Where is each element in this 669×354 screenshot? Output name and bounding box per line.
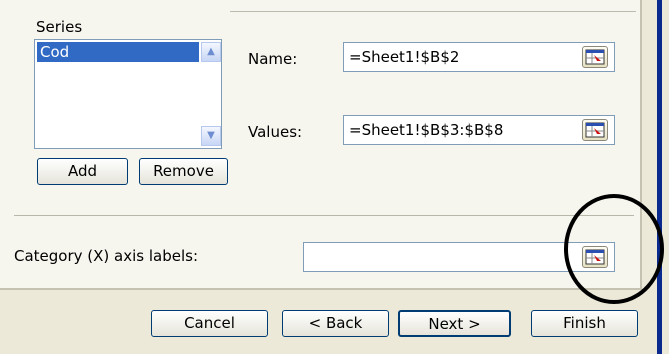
values-label: Values: — [248, 123, 303, 141]
name-field[interactable]: =Sheet1!$B$2 — [343, 42, 615, 72]
scroll-up-icon[interactable]: ▲ — [201, 42, 221, 62]
range-picker-icon — [583, 49, 607, 71]
separator — [14, 215, 634, 216]
scroll-down-icon[interactable]: ▼ — [201, 126, 221, 146]
name-range-picker-button[interactable] — [582, 46, 608, 68]
name-label: Name: — [248, 50, 298, 68]
range-picker-icon — [583, 122, 607, 144]
cancel-button[interactable]: Cancel — [151, 310, 268, 337]
next-button[interactable]: Next > — [398, 310, 511, 337]
add-button[interactable]: Add — [37, 158, 128, 185]
back-button[interactable]: < Back — [282, 310, 389, 337]
category-axis-label: Category (X) axis labels: — [14, 247, 198, 265]
groupbox-line — [230, 11, 636, 12]
remove-button[interactable]: Remove — [139, 158, 228, 185]
values-range-picker-button[interactable] — [582, 119, 608, 141]
highlight-circle — [564, 194, 664, 304]
series-listbox[interactable]: Cod ▲ ▼ — [34, 39, 222, 149]
values-field[interactable]: =Sheet1!$B$3:$B$8 — [343, 115, 615, 145]
series-item-cod[interactable]: Cod — [37, 42, 199, 62]
series-label: Series — [36, 18, 83, 36]
finish-button[interactable]: Finish — [531, 310, 638, 337]
